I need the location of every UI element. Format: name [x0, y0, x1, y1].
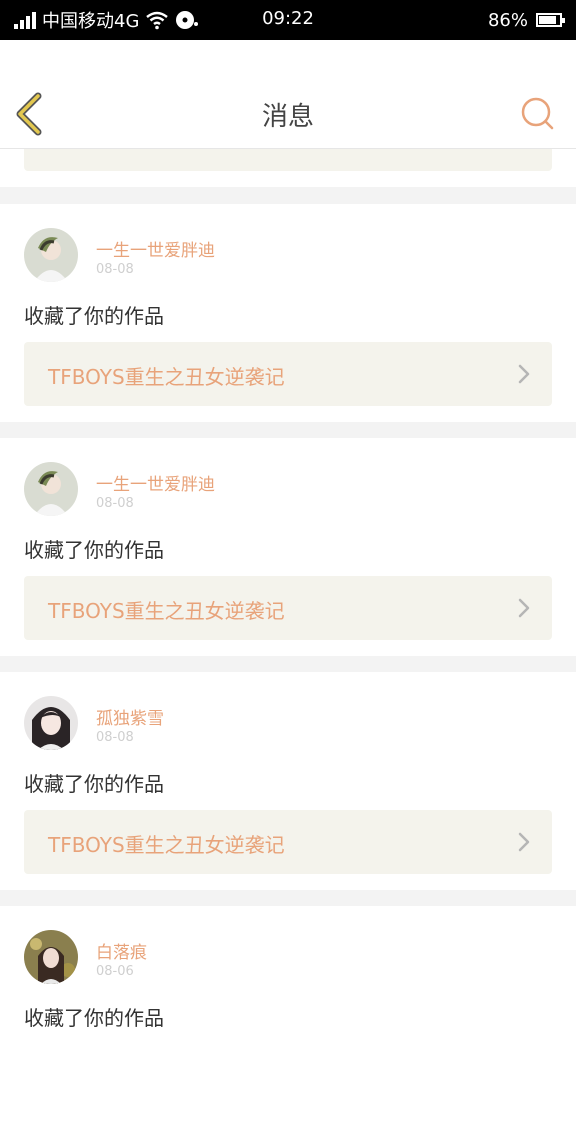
- message-date: 08-08: [96, 262, 134, 277]
- battery-percent: 86%: [487, 9, 528, 31]
- message-item: 白落痕 08-06 收藏了你的作品: [0, 906, 576, 1124]
- message-item: 一生一世爱胖迪 08-08 收藏了你的作品 TFBOYS重生之丑女逆袭记: [0, 204, 576, 422]
- chevron-right-icon: [518, 364, 530, 384]
- work-card[interactable]: TFBOYS重生之丑女逆袭记: [24, 810, 552, 874]
- work-title: TFBOYS重生之丑女逆袭记: [48, 833, 285, 857]
- message-date: 08-08: [96, 496, 134, 511]
- partial-message-card: [0, 149, 576, 187]
- partial-work-card[interactable]: [24, 149, 552, 171]
- battery-fill: [539, 16, 556, 24]
- avatar[interactable]: [24, 462, 78, 516]
- chevron-right-icon: [518, 832, 530, 852]
- battery-icon: [536, 13, 565, 27]
- username[interactable]: 一生一世爱胖迪: [96, 236, 215, 261]
- work-card[interactable]: TFBOYS重生之丑女逆袭记: [24, 342, 552, 406]
- message-action: 收藏了你的作品: [24, 1006, 164, 1030]
- message-action: 收藏了你的作品: [24, 304, 164, 328]
- message-date: 08-06: [96, 964, 134, 979]
- message-action: 收藏了你的作品: [24, 772, 164, 796]
- avatar[interactable]: [24, 696, 78, 750]
- username[interactable]: 一生一世爱胖迪: [96, 470, 215, 495]
- message-date: 08-08: [96, 730, 134, 745]
- message-item: 一生一世爱胖迪 08-08 收藏了你的作品 TFBOYS重生之丑女逆袭记: [0, 438, 576, 656]
- chevron-right-icon: [518, 598, 530, 618]
- search-button[interactable]: [520, 96, 556, 132]
- message-action: 收藏了你的作品: [24, 538, 164, 562]
- header: 消息: [0, 40, 576, 149]
- status-bar: 中国移动4G 09:22 86%: [0, 0, 576, 40]
- username[interactable]: 孤独紫雪: [96, 704, 164, 729]
- avatar[interactable]: [24, 930, 78, 984]
- work-title: TFBOYS重生之丑女逆袭记: [48, 365, 285, 389]
- work-title: TFBOYS重生之丑女逆袭记: [48, 599, 285, 623]
- avatar[interactable]: [24, 228, 78, 282]
- search-icon: [521, 97, 554, 130]
- message-item: 孤独紫雪 08-08 收藏了你的作品 TFBOYS重生之丑女逆袭记: [0, 672, 576, 890]
- work-card[interactable]: TFBOYS重生之丑女逆袭记: [24, 576, 552, 640]
- username[interactable]: 白落痕: [96, 938, 147, 963]
- page-title: 消息: [261, 102, 314, 132]
- status-right: 86%: [487, 8, 565, 32]
